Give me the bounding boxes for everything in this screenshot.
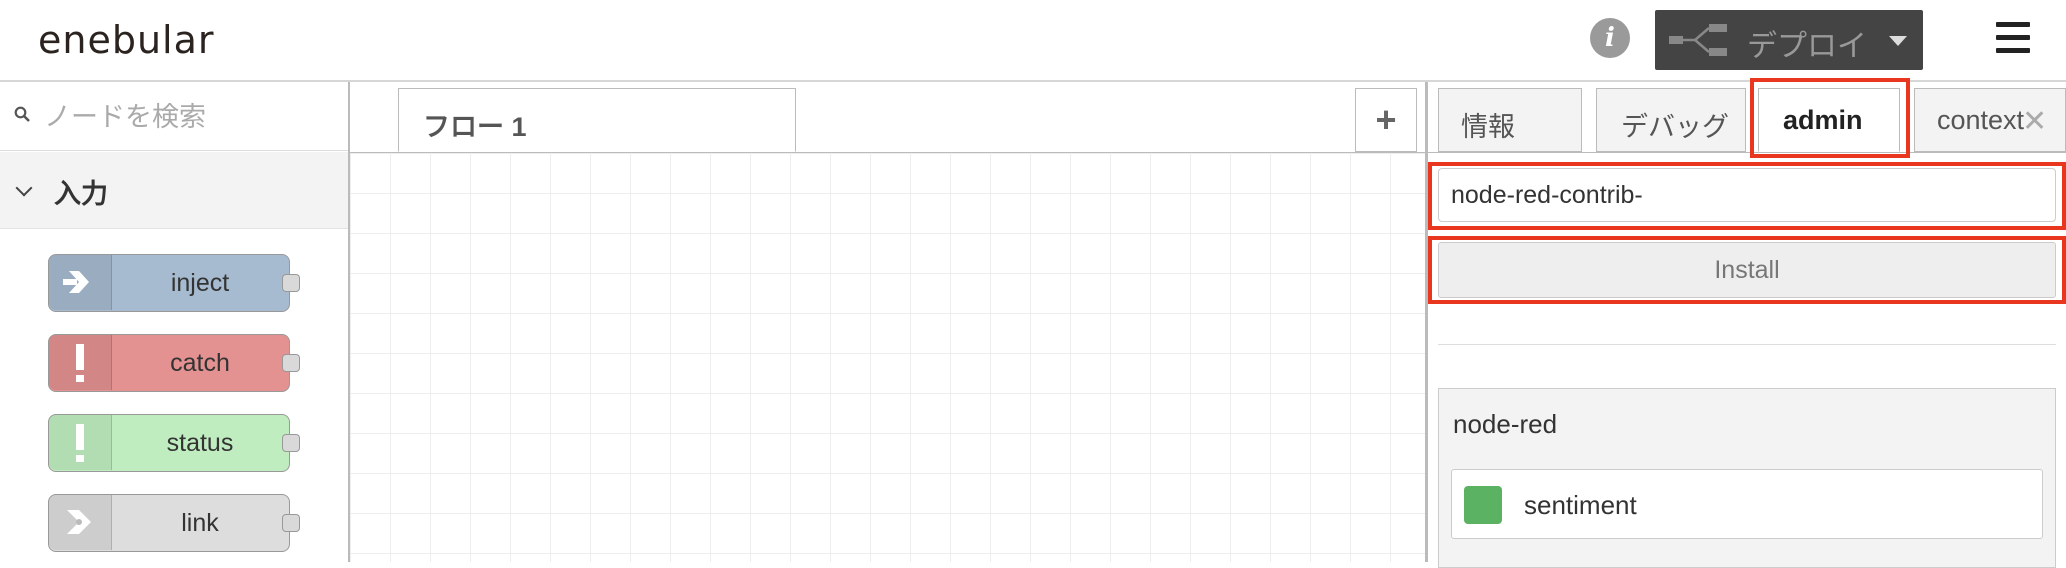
palette-search xyxy=(0,82,348,151)
exclamation-icon xyxy=(49,335,112,390)
tab-info[interactable]: 情報 xyxy=(1438,88,1582,152)
category-label: 入力 xyxy=(54,179,108,209)
inject-arrow-icon xyxy=(49,255,112,310)
node-color-swatch xyxy=(1464,486,1502,524)
app-logo[interactable]: enebular xyxy=(38,18,215,62)
node-label: status xyxy=(166,429,234,457)
tab-label: context xyxy=(1937,105,2025,135)
node-palette: 入力 inject catch status link xyxy=(0,82,350,562)
node-label: catch xyxy=(170,349,230,377)
caret-down-icon[interactable] xyxy=(1889,36,1907,46)
output-port[interactable] xyxy=(282,434,300,452)
palette-node-status[interactable]: status xyxy=(48,414,300,472)
palette-category-input[interactable]: 入力 xyxy=(0,152,348,229)
tab-label: 情報 xyxy=(1461,112,1515,142)
search-input[interactable] xyxy=(42,96,336,138)
deploy-button[interactable]: デプロイ xyxy=(1655,10,1923,70)
sidebar: 情報 デバッグ admin context ✕ Install node-red… xyxy=(1425,78,2066,568)
flow-tab-label: フロー 1 xyxy=(423,112,527,142)
node-label: inject xyxy=(170,269,230,297)
sidebar-tab-bar: 情報 デバッグ admin context ✕ xyxy=(1428,82,2066,153)
highlight-module-input xyxy=(1428,162,2066,230)
info-icon[interactable]: i xyxy=(1590,18,1630,58)
tab-label: デバッグ xyxy=(1621,112,1729,142)
palette-node-catch[interactable]: catch xyxy=(48,334,300,392)
workspace-tab-bar: フロー 1 + xyxy=(350,82,1425,153)
module-node-label: sentiment xyxy=(1524,490,1637,520)
node-label: link xyxy=(181,509,219,537)
header: enebular i デプロイ xyxy=(0,0,2066,82)
tab-flow-1[interactable]: フロー 1 xyxy=(398,88,796,152)
palette-node-link[interactable]: link xyxy=(48,494,300,552)
palette-node-inject[interactable]: inject xyxy=(48,254,300,312)
chevron-down-icon xyxy=(15,179,33,197)
output-port[interactable] xyxy=(282,274,300,292)
tab-debug[interactable]: デバッグ xyxy=(1596,88,1746,152)
output-port[interactable] xyxy=(282,354,300,372)
highlight-admin-tab xyxy=(1750,78,1910,158)
add-flow-button[interactable]: + xyxy=(1355,88,1417,152)
deploy-icon xyxy=(1669,24,1727,56)
module-title: node-red xyxy=(1453,409,1558,439)
divider xyxy=(1438,344,2056,345)
deploy-label: デプロイ xyxy=(1747,30,1867,63)
flow-canvas[interactable] xyxy=(350,153,1425,562)
hamburger-menu-icon[interactable] xyxy=(1996,22,2030,56)
search-icon xyxy=(14,106,30,122)
highlight-install-button xyxy=(1428,236,2066,304)
link-arrow-icon xyxy=(49,495,112,550)
module-node-item[interactable]: sentiment xyxy=(1451,469,2043,539)
output-port[interactable] xyxy=(282,514,300,532)
exclamation-icon xyxy=(49,415,112,470)
workspace: フロー 1 + xyxy=(350,82,1425,562)
module-panel: node-red sentiment xyxy=(1438,388,2056,568)
close-icon[interactable]: ✕ xyxy=(2022,104,2047,139)
